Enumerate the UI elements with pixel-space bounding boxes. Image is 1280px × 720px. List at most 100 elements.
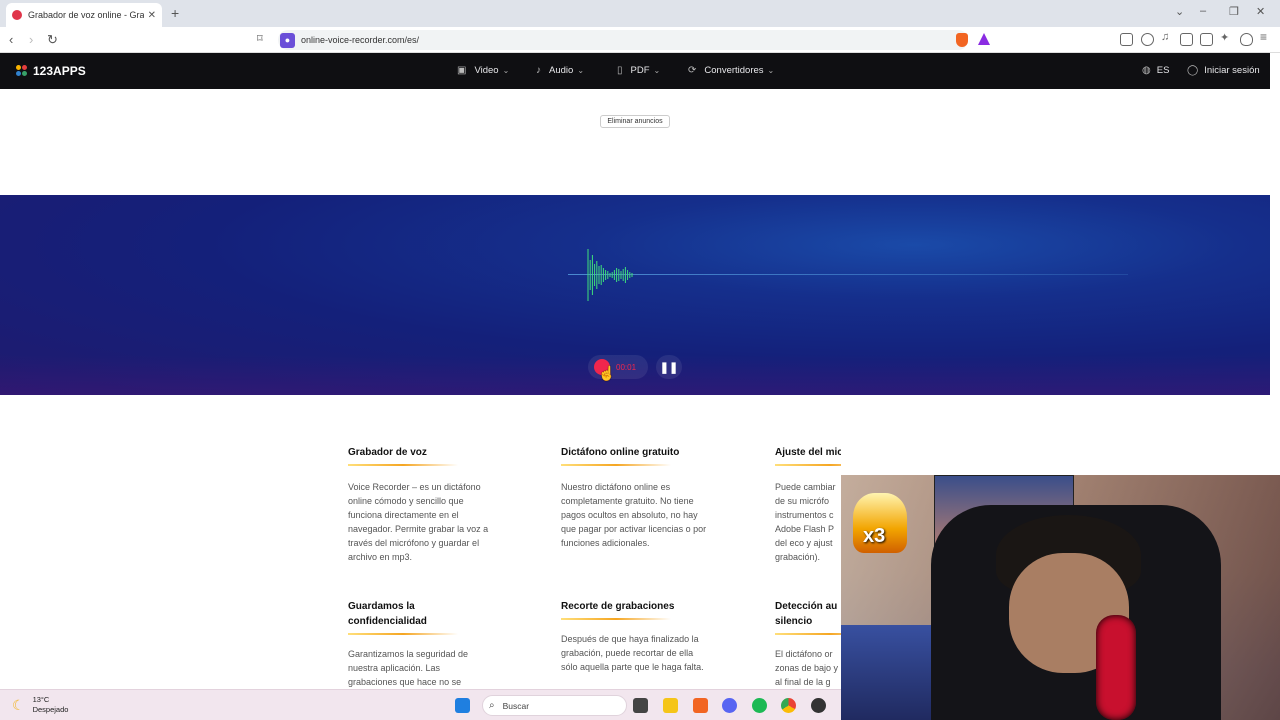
feature-underline [348,464,458,466]
feature-text: Después de que haya finalizado la grabac… [561,634,704,672]
vpn-icon[interactable]: ✦ [1220,31,1233,44]
nav-label: PDF [630,65,650,76]
puzzle-icon[interactable] [1141,33,1154,46]
address-bar: ‹ › ↻ ⌑ ● online-voice-recorder.com/es/ … [0,27,1280,53]
feature-trim: Recorte de grabaciones Después de que ha… [561,599,711,674]
signin-button[interactable]: ◯ Iniciar sesión [1187,65,1260,76]
mouse-cursor-icon: ☝ [598,365,616,381]
site-header: 123APPS ▣ Video ⌄ ♪ Audio ⌄ ▯ PDF ⌄ ⟳ Co… [0,53,1270,89]
browser-tab[interactable]: Grabador de voz online - Gra ✕ [6,3,162,27]
recorder-favicon-icon [12,10,22,20]
nav-item-pdf[interactable]: ▯ PDF ⌄ [617,65,660,76]
bookmark-icon[interactable]: ⌑ [257,32,263,45]
obs-icon[interactable] [811,698,826,713]
brave-browser-icon[interactable] [693,698,708,713]
extension-icon[interactable] [1120,33,1133,46]
feature-title: Dictáfono online gratuito [561,447,680,458]
browser-tab-bar: Grabador de voz online - Gra ✕ + ⌄ – ❐ ✕ [0,0,1280,27]
brave-rewards-icon[interactable] [978,33,990,45]
feature-voice-recorder: Grabador de voz Voice Recorder – es un d… [348,445,493,564]
menu-icon[interactable]: ≡ [1260,30,1273,44]
weather-widget[interactable]: ☾ 13°C Despejado [12,695,68,715]
language-selector[interactable]: ◍ ES [1142,65,1169,76]
url-text: online-voice-recorder.com/es/ [301,35,420,45]
feature-underline [775,633,841,635]
back-icon[interactable]: ‹ [9,32,13,47]
nav-item-video[interactable]: ▣ Video ⌄ [457,65,509,76]
webcam-overlay: x3 [841,475,1280,720]
nav-label: Audio [549,65,574,76]
document-icon: ▯ [617,65,623,76]
close-tab-icon[interactable]: ✕ [148,10,156,21]
ad-area [0,89,1270,195]
logo-text: 123APPS [33,64,86,78]
new-tab-icon[interactable]: + [171,5,179,21]
feature-free-dictaphone: Dictáfono online gratuito Nuestro dictáf… [561,445,711,550]
feature-text: Voice Recorder – es un dictáfono online … [348,482,489,562]
close-window-icon[interactable]: ✕ [1256,5,1265,18]
search-placeholder: Buscar [502,700,530,711]
file-explorer-icon[interactable] [663,698,678,713]
sidebar-icon[interactable] [1180,33,1193,46]
nav-label: Video [474,65,499,76]
taskbar-search[interactable]: ⌕ Buscar [482,695,627,716]
feature-text: El dictáfono or zonas de bajo y al final… [775,649,839,687]
feature-underline [348,633,458,635]
chevron-down-icon: ⌄ [502,66,510,75]
chevron-down-icon: ⌄ [577,66,585,75]
globe-icon: ◍ [1142,65,1151,76]
nav-item-audio[interactable]: ♪ Audio ⌄ [536,65,584,76]
feature-title: Guardamos la confidencialidad [348,601,427,627]
tab-title: Grabador de voz online - Gra [28,10,144,20]
music-note-icon: ♪ [536,65,541,76]
record-stop-button[interactable]: 00:01 [588,355,648,379]
remove-ads-button[interactable]: Eliminar anuncios [600,115,670,128]
task-view-icon[interactable] [633,698,648,713]
shield-icon[interactable] [1240,33,1253,46]
feature-text: Puede cambiar de su micrófo instrumentos… [775,482,836,562]
record-timer: 00:01 [616,362,637,372]
pause-button[interactable]: ❚❚ [656,355,682,379]
pause-icon: ❚❚ [659,361,679,374]
recorder-panel: 00:01 ❚❚ ☝ [0,195,1270,395]
nav-label: Convertidores [704,65,764,76]
feature-silence-detection: Detección au silencio El dictáfono or zo… [775,599,841,689]
chevron-down-icon: ⌄ [653,66,661,75]
spotify-icon[interactable] [752,698,767,713]
feature-text: Garantizamos la seguridad de nuestra apl… [348,649,469,687]
feature-title: Detección au silencio [775,601,838,627]
multiplier-badge: x3 [863,525,886,547]
microphone [1096,615,1136,720]
discord-icon[interactable] [722,698,737,713]
search-icon: ⌕ [489,700,495,711]
video-icon: ▣ [457,65,467,76]
feature-underline [561,464,671,466]
moon-icon: ☾ [12,696,25,713]
restore-icon[interactable]: ❐ [1229,5,1239,18]
chevron-down-icon[interactable]: ⌄ [1175,5,1184,18]
logo-dots-icon [16,65,28,77]
chrome-icon[interactable] [781,698,796,713]
taskbar: ☾ 13°C Despejado ⌕ Buscar [0,689,841,720]
user-icon: ◯ [1187,65,1199,76]
feature-title: Grabador de voz [348,447,427,458]
forward-icon[interactable]: › [29,32,33,47]
windows-start-icon[interactable] [455,698,470,713]
temperature: 13°C [32,695,50,704]
reload-icon[interactable]: ↻ [47,32,58,48]
convert-icon: ⟳ [688,65,697,76]
wallet-icon[interactable] [1200,33,1213,46]
nav-item-converters[interactable]: ⟳ Convertidores ⌄ [688,65,774,76]
feature-confidentiality: Guardamos la confidencialidad Garantizam… [348,599,488,689]
weather-status: Despejado [32,705,69,714]
feature-underline [775,464,841,466]
brave-shield-icon[interactable] [956,33,968,47]
minimize-icon[interactable]: – [1200,5,1206,17]
feature-mic-settings: Ajuste del micrófono Puede cambiar de su… [775,445,841,564]
feature-title: Ajuste del micrófono [775,447,841,458]
feature-text: Nuestro dictáfono online es completament… [561,482,707,548]
url-field[interactable]: ● online-voice-recorder.com/es/ [278,30,968,50]
chevron-down-icon: ⌄ [767,66,775,75]
music-icon[interactable]: ♫ [1161,31,1174,44]
logo[interactable]: 123APPS [16,64,86,78]
